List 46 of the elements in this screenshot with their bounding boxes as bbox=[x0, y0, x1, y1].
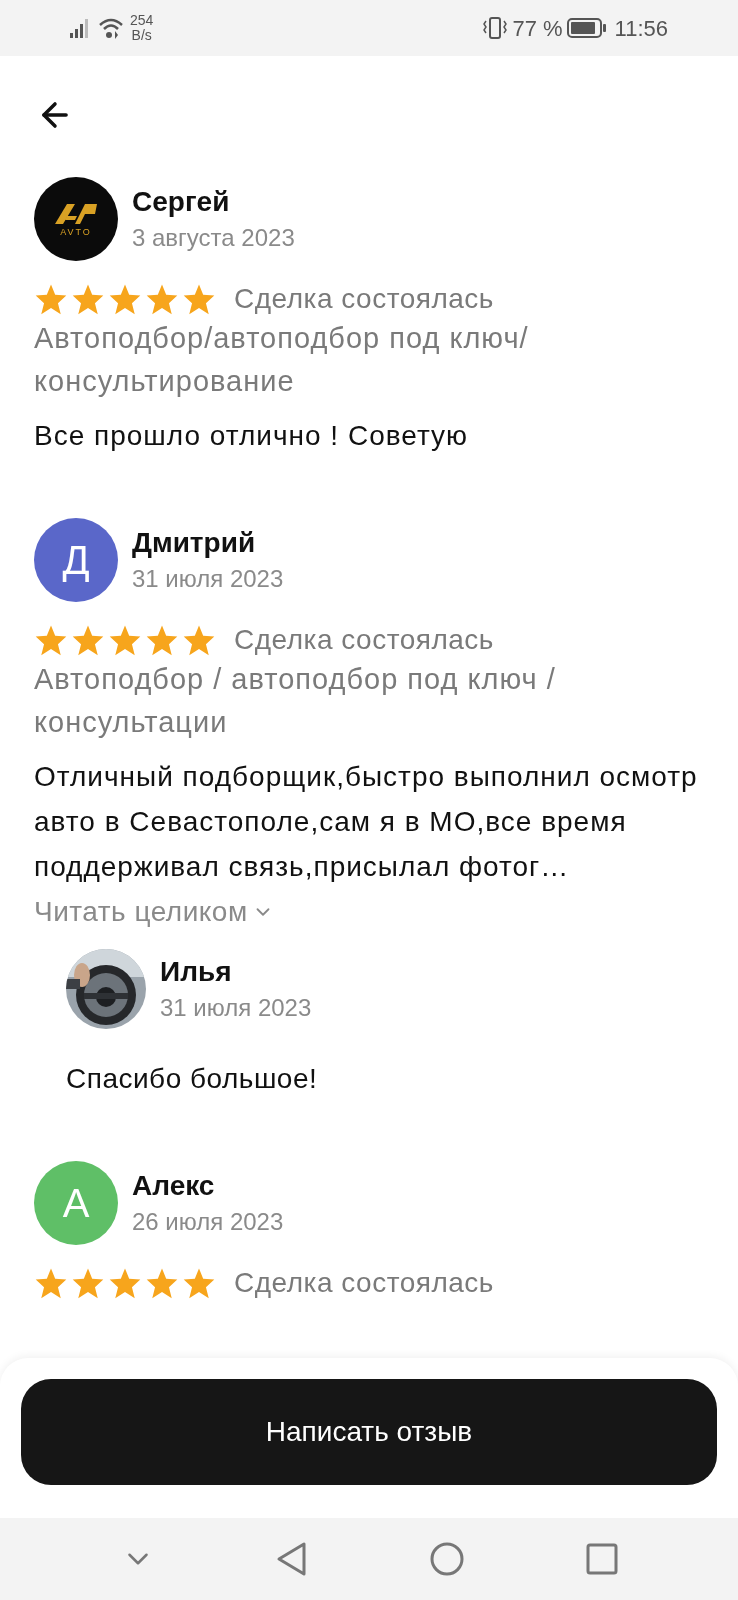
avatar: Д bbox=[34, 518, 118, 602]
deal-status: Сделка состоялась bbox=[234, 1266, 494, 1300]
write-review-button[interactable]: Написать отзыв bbox=[21, 1379, 717, 1485]
review-date: 3 августа 2023 bbox=[132, 223, 295, 253]
clock: 11:56 bbox=[614, 14, 668, 43]
recent-apps-icon[interactable] bbox=[585, 1543, 618, 1575]
review-date: 31 июля 2023 bbox=[160, 993, 312, 1023]
reviewer-name: Алекс bbox=[132, 1169, 216, 1203]
review-date: 26 июля 2023 bbox=[132, 1207, 284, 1237]
network-speed: 254 bbox=[130, 13, 154, 28]
reviewer-name: Дмитрий bbox=[132, 526, 257, 560]
star-icon bbox=[108, 283, 142, 315]
back-nav-icon[interactable] bbox=[275, 1541, 308, 1577]
deal-status: Сделка состоялась bbox=[234, 282, 494, 316]
reply-text: Спасибо большое! bbox=[66, 1062, 319, 1096]
star-icon bbox=[71, 283, 105, 315]
star-icon bbox=[145, 624, 179, 656]
review-date: 31 июля 2023 bbox=[132, 564, 284, 594]
star-icon bbox=[182, 283, 216, 315]
star-icon bbox=[34, 1267, 68, 1299]
network-speed-unit: B/s bbox=[131, 28, 152, 43]
battery-icon bbox=[566, 17, 607, 39]
battery-percent: 77 % bbox=[512, 14, 563, 43]
logo-icon bbox=[53, 201, 99, 226]
review-text: Отличный подборщик,быстро выполнил осмотр авто в Севастополе,сам я в МО,все время поддерживал связь,присылал фотог… bbox=[34, 760, 699, 884]
deal-status: Сделка состоялась bbox=[234, 623, 494, 657]
star-icon bbox=[145, 283, 179, 315]
review-text: Все прошло отлично ! Советую bbox=[34, 419, 470, 453]
star-icon bbox=[71, 624, 105, 656]
star-icon bbox=[145, 1267, 179, 1299]
star-icon bbox=[182, 624, 216, 656]
star-icon bbox=[34, 283, 68, 315]
star-icon bbox=[108, 1267, 142, 1299]
star-icon bbox=[182, 1267, 216, 1299]
star-icon bbox=[108, 624, 142, 656]
logo-text: AVTO bbox=[60, 227, 92, 237]
service-category: Автоподбор/автоподбор под ключ/ консультирование bbox=[34, 321, 530, 399]
service-category: Автоподбор / автоподбор под ключ / консультации bbox=[34, 662, 557, 740]
vibrate-icon bbox=[482, 16, 509, 40]
wifi-icon bbox=[98, 17, 124, 39]
reviewer-name: Сергей bbox=[132, 185, 231, 219]
reviewer-name: Илья bbox=[160, 955, 233, 989]
home-icon[interactable] bbox=[428, 1541, 465, 1577]
star-icon bbox=[71, 1267, 105, 1299]
star-icon bbox=[34, 624, 68, 656]
avatar: А bbox=[34, 1161, 118, 1245]
